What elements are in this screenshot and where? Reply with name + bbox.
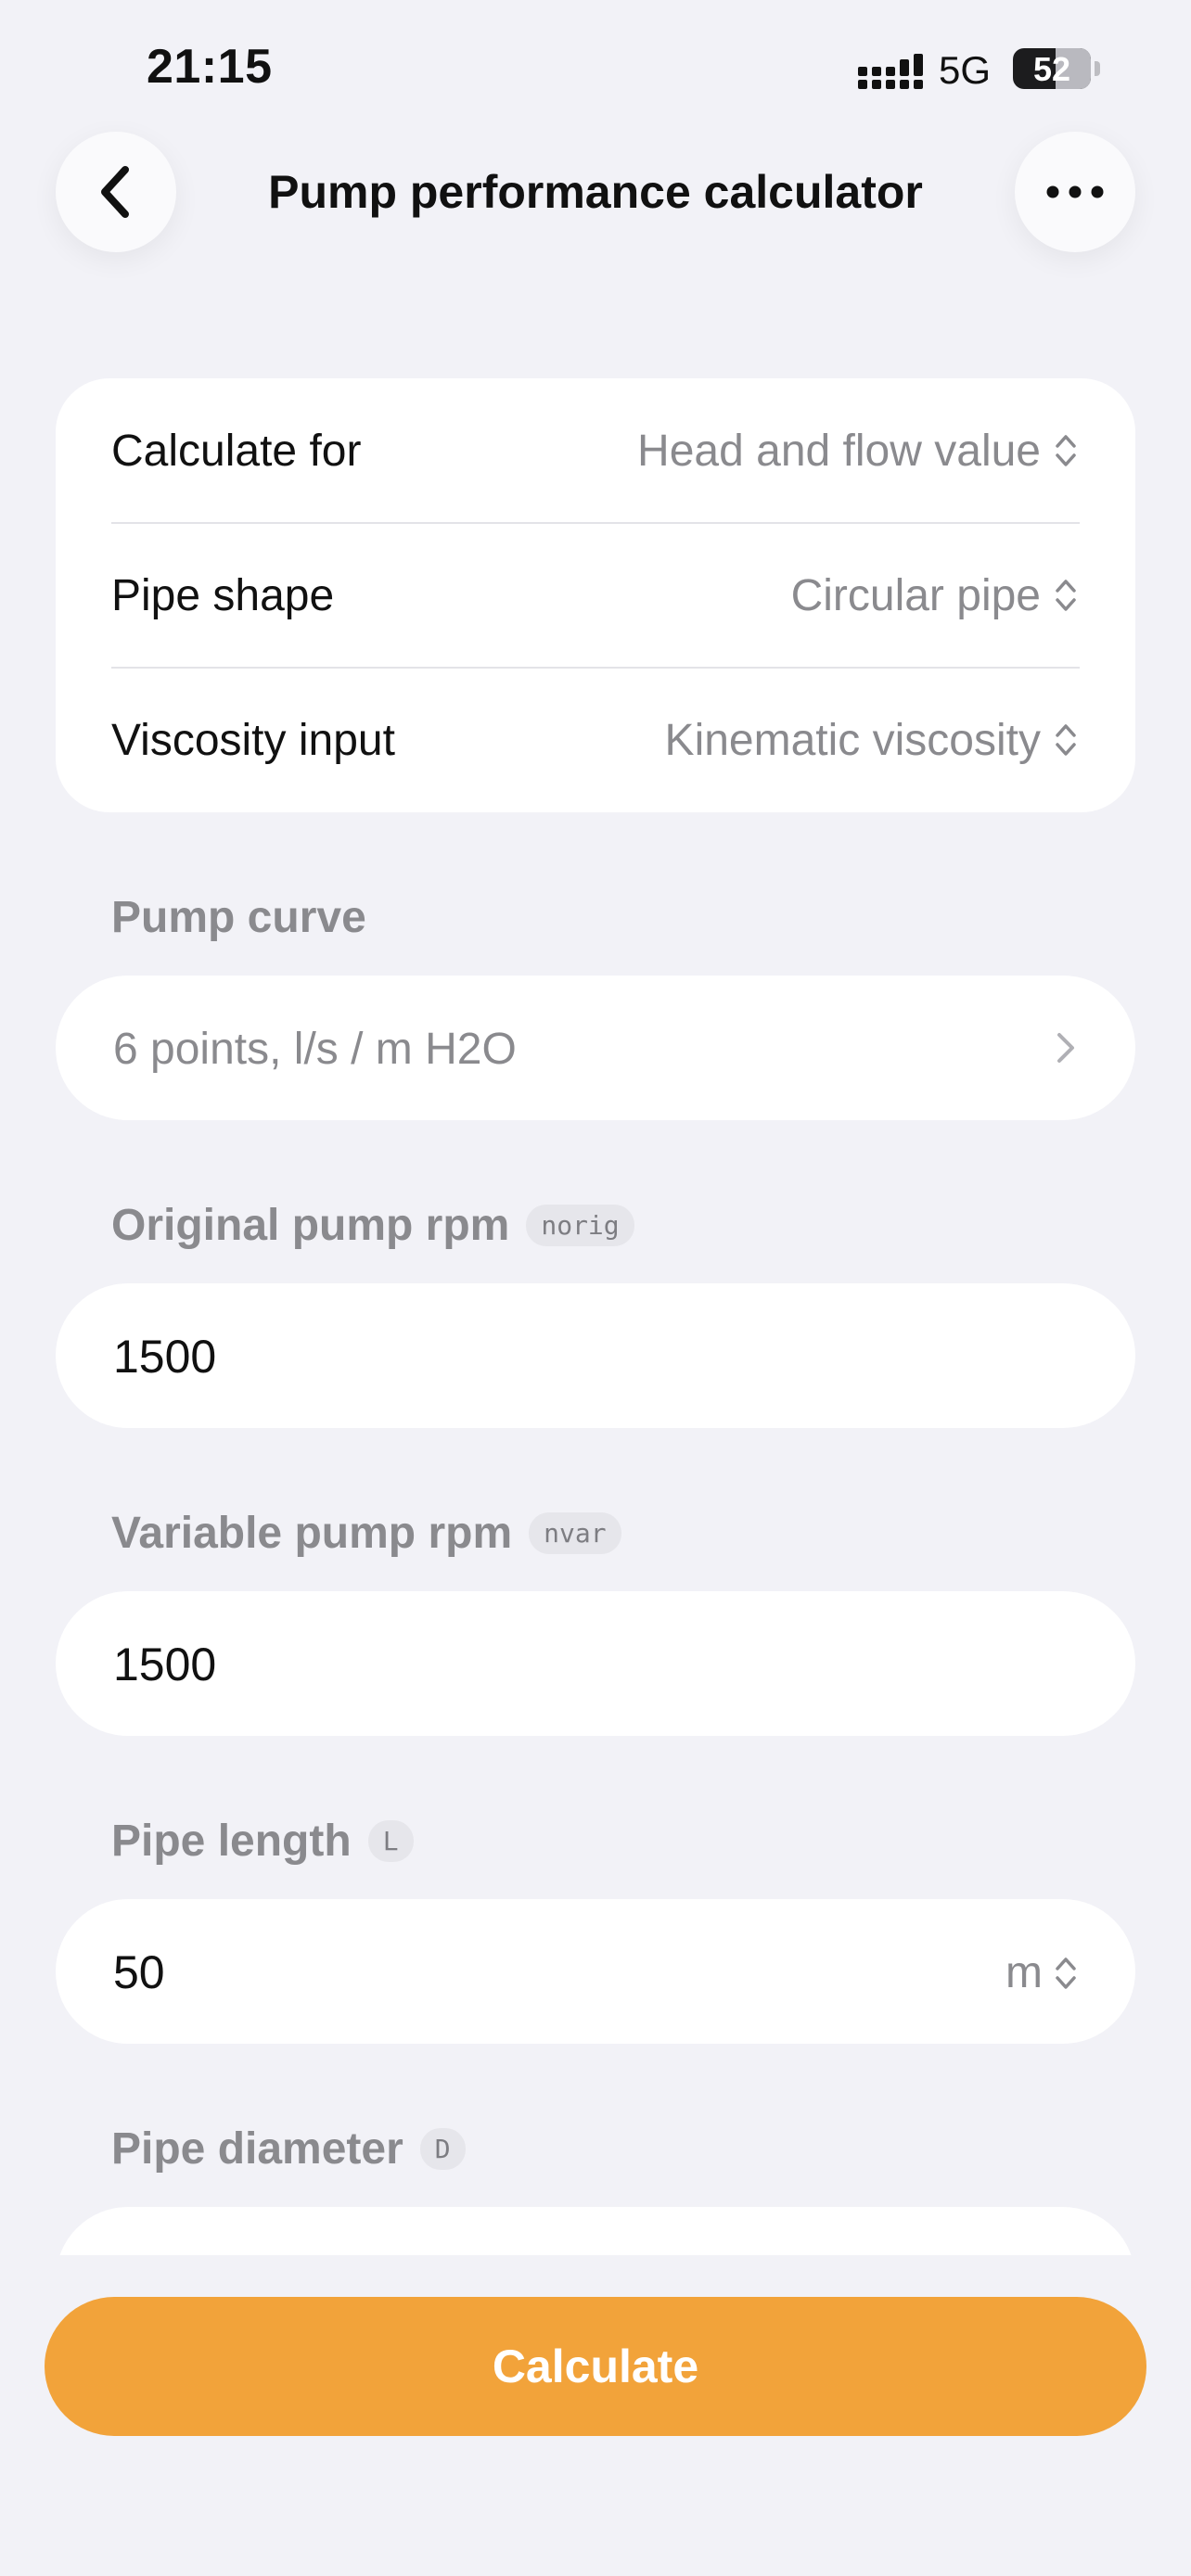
input-value: 50	[113, 1946, 165, 1998]
original-rpm-label: Original pump rpm norig	[111, 1200, 634, 1251]
battery-icon: 52	[1013, 48, 1091, 89]
symbol-badge: nvar	[529, 1512, 621, 1554]
viscosity-input-row[interactable]: Viscosity input Kinematic viscosity	[56, 668, 1135, 812]
pipe-length-input[interactable]: 50 m	[56, 1899, 1135, 2044]
row-label: Calculate for	[111, 426, 362, 476]
symbol-badge: norig	[526, 1205, 634, 1246]
chevron-updown-icon	[1056, 724, 1076, 756]
network-type: 5G	[939, 48, 992, 92]
battery-level: 52	[1032, 50, 1071, 88]
pump-curve-field[interactable]: 6 points, l/s / m H2O	[56, 976, 1135, 1120]
more-icon	[1046, 185, 1104, 198]
section-title: Pump curve	[111, 893, 366, 942]
page-title: Pump performance calculator	[268, 166, 923, 218]
pump-curve-label: Pump curve	[111, 892, 366, 943]
settings-card: Calculate for Head and flow value Pipe s…	[56, 378, 1135, 812]
row-label: Pipe shape	[111, 570, 335, 620]
calculate-button[interactable]: Calculate	[45, 2297, 1146, 2436]
chevron-updown-icon	[1056, 1957, 1076, 1989]
symbol-badge: L	[367, 1820, 414, 1862]
chevron-updown-icon	[1056, 435, 1076, 466]
section-title: Variable pump rpm	[111, 1509, 513, 1558]
section-title: Pipe length	[111, 1817, 352, 1866]
viscosity-input-select[interactable]: Kinematic viscosity	[665, 715, 1078, 766]
status-time: 21:15	[147, 40, 273, 94]
symbol-badge: D	[419, 2128, 466, 2170]
row-value: Head and flow value	[637, 426, 1041, 476]
section-title: Original pump rpm	[111, 1201, 510, 1250]
calculate-for-row[interactable]: Calculate for Head and flow value	[56, 378, 1135, 523]
input-value: 1500	[113, 1331, 217, 1383]
chevron-updown-icon	[1056, 580, 1076, 611]
unit-label: m	[1005, 1948, 1043, 1997]
pipe-shape-select[interactable]: Circular pipe	[791, 570, 1078, 621]
chevron-right-icon	[1057, 1033, 1074, 1063]
unit-select[interactable]: m	[1005, 1947, 1078, 1998]
signal-icon	[858, 54, 923, 89]
section-title: Pipe diameter	[111, 2124, 403, 2174]
pipe-shape-row[interactable]: Pipe shape Circular pipe	[56, 523, 1135, 668]
row-label: Viscosity input	[111, 715, 395, 765]
row-value: Circular pipe	[790, 570, 1041, 620]
original-rpm-input[interactable]: 1500	[56, 1283, 1135, 1428]
variable-rpm-label: Variable pump rpm nvar	[111, 1508, 621, 1559]
pipe-diameter-label: Pipe diameter D	[111, 2123, 466, 2174]
more-button[interactable]	[1015, 132, 1135, 252]
row-value: Kinematic viscosity	[664, 715, 1041, 765]
battery-cap	[1095, 61, 1100, 76]
pump-curve-value: 6 points, l/s / m H2O	[113, 1025, 517, 1074]
variable-rpm-input[interactable]: 1500	[56, 1591, 1135, 1736]
input-value: 1500	[113, 1639, 217, 1690]
calculate-for-select[interactable]: Head and flow value	[637, 426, 1078, 477]
pipe-length-label: Pipe length L	[111, 1816, 414, 1867]
